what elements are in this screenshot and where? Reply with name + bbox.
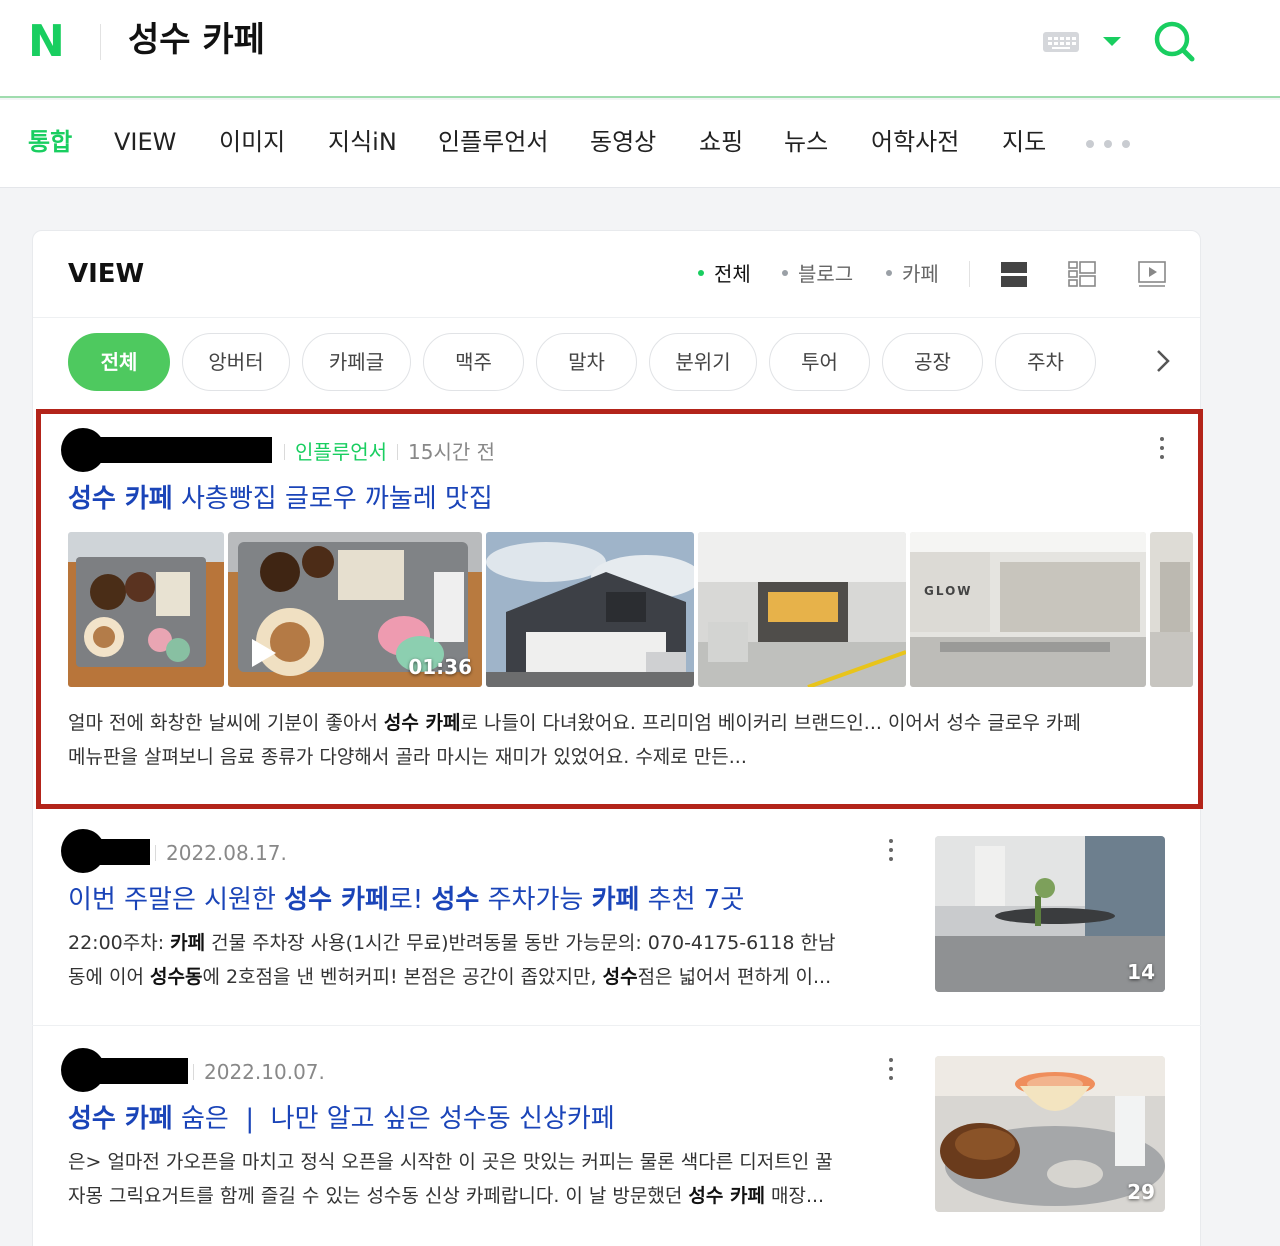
meta-divider (284, 443, 285, 460)
card-view-icon[interactable] (999, 259, 1029, 289)
tab-video[interactable]: 동영상 (590, 126, 656, 158)
title-text: 사층빵집 글로우 까눌레 맛집 (172, 484, 493, 514)
filter-all[interactable]: 전체 (698, 261, 751, 287)
tab-dictionary[interactable]: 어학사전 (871, 126, 959, 158)
more-options-icon[interactable] (1158, 436, 1166, 462)
naver-logo[interactable]: N (28, 20, 65, 64)
chip-factory[interactable]: 공장 (882, 333, 983, 391)
filter-label: 블로그 (798, 262, 854, 286)
redacted-author-name (80, 1058, 188, 1084)
meta-divider (193, 1063, 194, 1080)
chip-cafe-post[interactable]: 카페글 (302, 333, 411, 391)
more-tabs-icon[interactable] (1086, 140, 1130, 148)
keyboard-icon[interactable] (1043, 32, 1079, 52)
tab-news[interactable]: 뉴스 (784, 126, 828, 158)
search-icon[interactable] (1152, 18, 1198, 64)
post-meta: 2022.08.17. (155, 840, 287, 866)
tab-image[interactable]: 이미지 (219, 126, 285, 158)
chevron-right-icon[interactable] (1151, 347, 1175, 375)
list-view-icon[interactable] (1067, 259, 1097, 289)
dot-icon (886, 269, 892, 276)
post-meta: 2022.10.07. (193, 1059, 325, 1085)
search-tab-bar: 통합 VIEW 이미지 지식iN 인플루언서 동영상 쇼핑 뉴스 어학사전 지도 (0, 100, 1280, 188)
filter-label: 전체 (714, 262, 751, 286)
thumbnail-image[interactable] (486, 532, 694, 687)
filter-label: 카페 (902, 262, 939, 286)
result-description: 은> 얼마전 가오픈을 마치고 정식 오픈을 시작한 이 곳은 맛있는 커피는 … (68, 1151, 833, 1207)
video-thumbnail[interactable]: 01:36 (228, 532, 482, 687)
post-meta: 인플루언서 15시간 전 (284, 439, 495, 465)
thumbnail-image[interactable]: GLOW (910, 532, 1146, 687)
result-divider (32, 1025, 1201, 1026)
header-divider (100, 24, 101, 60)
autocomplete-toggle-icon[interactable] (1103, 37, 1121, 46)
tab-integrated[interactable]: 통합 (28, 126, 72, 158)
chip-angbutter[interactable]: 앙버터 (182, 333, 290, 391)
section-divider (33, 317, 1200, 318)
filter-cafe[interactable]: 카페 (886, 261, 939, 287)
filter-blog[interactable]: 블로그 (782, 261, 853, 287)
meta-divider (155, 844, 156, 861)
store-sign: GLOW (924, 584, 973, 598)
chip-beer[interactable]: 맥주 (423, 333, 524, 391)
section-title: VIEW (68, 259, 145, 289)
thumbnail-image[interactable] (1150, 532, 1193, 687)
chip-all[interactable]: 전체 (68, 333, 170, 391)
tab-view[interactable]: VIEW (114, 126, 176, 158)
chip-tour[interactable]: 투어 (769, 333, 870, 391)
source-label[interactable]: 인플루언서 (295, 440, 387, 464)
post-time: 2022.10.07. (204, 1060, 325, 1084)
result-description: 22:00주차: 카페 건물 주차장 사용(1시간 무료)반려동물 동반 가능문… (68, 932, 836, 988)
play-icon[interactable] (242, 633, 282, 673)
result-title[interactable]: 성수 카페 숨은 | 나만 알고 싶은 성수동 신상카페 (68, 1102, 615, 1136)
chip-mood[interactable]: 분위기 (649, 333, 757, 391)
title-highlight: 성수 카페 (68, 484, 173, 514)
redacted-author-name (80, 437, 272, 463)
result-description: 얼마 전에 화창한 날씨에 기분이 좋아서 성수 카페로 나들이 다녀왔어요. … (68, 712, 1081, 768)
more-options-icon[interactable] (887, 1057, 895, 1083)
result-title[interactable]: 이번 주말은 시원한 성수 카페로! 성수 주차가능 카페 추천 7곳 (68, 883, 744, 917)
post-time: 15시간 전 (408, 440, 496, 464)
thumbnail-image[interactable]: 14 (935, 836, 1165, 992)
thumbnail-image[interactable] (68, 532, 224, 687)
video-view-icon[interactable] (1137, 259, 1167, 289)
thumbnail-image[interactable] (698, 532, 906, 687)
tab-map[interactable]: 지도 (1002, 126, 1046, 158)
dot-icon (782, 269, 788, 276)
active-dot-icon (698, 269, 704, 276)
meta-divider (397, 443, 398, 460)
result-title[interactable]: 성수 카페 사층빵집 글로우 까눌레 맛집 (68, 482, 493, 516)
more-options-icon[interactable] (887, 838, 895, 864)
search-query-input[interactable]: 성수 카페 (128, 18, 265, 62)
post-time: 2022.08.17. (166, 841, 287, 865)
image-count: 29 (1127, 1180, 1155, 1204)
thumbnail-image[interactable]: 29 (935, 1056, 1165, 1212)
video-duration: 01:36 (408, 655, 472, 679)
chip-matcha[interactable]: 말차 (536, 333, 637, 391)
image-count: 14 (1127, 960, 1155, 984)
chip-parking[interactable]: 주차 (995, 333, 1096, 391)
tab-influencer[interactable]: 인플루언서 (438, 126, 548, 158)
search-header: N 성수 카페 (0, 0, 1280, 98)
tab-kin[interactable]: 지식iN (328, 126, 397, 158)
filter-divider (969, 261, 970, 287)
redacted-author-name (80, 839, 150, 865)
tab-shopping[interactable]: 쇼핑 (699, 126, 743, 158)
